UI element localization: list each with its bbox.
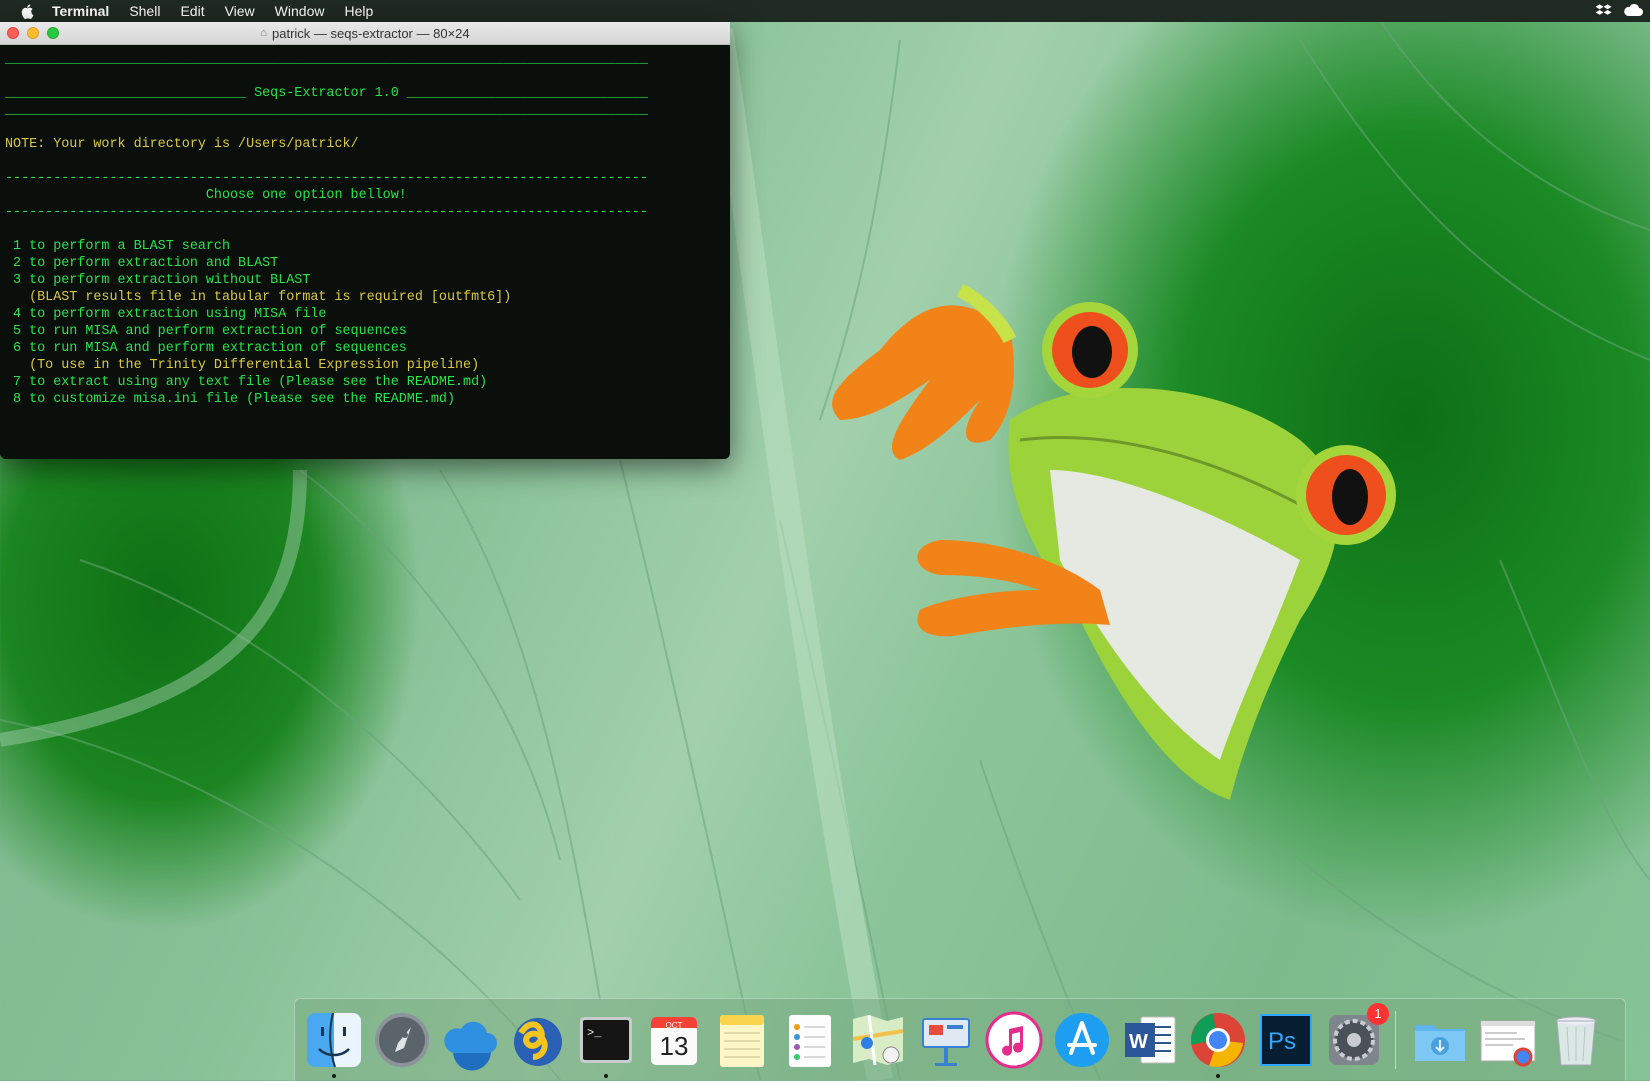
menu-app-terminal[interactable]: Terminal (52, 3, 109, 19)
work-directory-note: NOTE: Your work directory is /Users/patr… (5, 137, 359, 152)
system-preferences-icon[interactable]: 1 (1323, 1003, 1389, 1071)
option-5: 5 to run MISA and perform extraction of … (5, 324, 407, 339)
menu-help[interactable]: Help (344, 3, 373, 19)
menu-view[interactable]: View (225, 3, 255, 19)
home-folder-icon: ⌂ (260, 27, 268, 39)
header-rule-left: ______________________________ (5, 86, 247, 101)
fetch-ftp-icon[interactable] (507, 1009, 569, 1071)
calendar-icon[interactable]: OCT 13 (643, 1009, 705, 1071)
option-1: 1 to perform a BLAST search (5, 239, 230, 254)
menu-window[interactable]: Window (275, 3, 325, 19)
notification-badge: 1 (1367, 1003, 1389, 1025)
terminal-app-icon[interactable]: >_ (575, 1009, 637, 1078)
dash-line: ----------------------------------------… (5, 205, 648, 220)
icloud-drive-icon[interactable] (439, 1009, 501, 1071)
keynote-icon[interactable] (915, 1009, 977, 1071)
option-3: 3 to perform extraction without BLAST (5, 273, 311, 288)
calendar-day: 13 (659, 1031, 689, 1061)
app-banner-title: Seqs-Extractor 1.0 (246, 86, 407, 101)
svg-text:W: W (1129, 1031, 1148, 1053)
menu-bar: Terminal Shell Edit View Window Help (0, 0, 1650, 22)
terminal-output[interactable]: ______________________________ __________… (0, 45, 730, 408)
finder-icon[interactable] (303, 1009, 365, 1078)
terminal-window[interactable]: ⌂ patrick — seqs-extractor — 80×24 _____… (0, 22, 730, 459)
option-2: 2 to perform extraction and BLAST (5, 256, 279, 271)
choose-option-prompt: Choose one option bellow! (5, 188, 407, 203)
option-8: 8 to customize misa.ini file (Please see… (5, 392, 455, 407)
reminders-icon[interactable] (779, 1009, 841, 1071)
dash-line: ----------------------------------------… (5, 171, 648, 186)
svg-text:Ps: Ps (1268, 1028, 1296, 1055)
menu-edit[interactable]: Edit (180, 3, 204, 19)
word-icon[interactable]: W (1119, 1009, 1181, 1071)
option-6: 6 to run MISA and perform extraction of … (5, 341, 407, 356)
app-store-icon[interactable] (1051, 1009, 1113, 1071)
trash-icon[interactable] (1545, 1009, 1607, 1071)
rule-line: ________________________________________… (5, 103, 648, 118)
apple-menu-icon[interactable] (20, 3, 36, 19)
dock-separator (1395, 1011, 1396, 1069)
downloads-folder-icon[interactable] (1409, 1009, 1471, 1071)
icloud-status-icon[interactable] (1622, 2, 1644, 20)
photoshop-icon[interactable]: Ps (1255, 1009, 1317, 1071)
rule-line: ________________________________________… (5, 52, 648, 67)
notes-icon[interactable] (711, 1009, 773, 1071)
dropbox-status-icon[interactable] (1594, 2, 1614, 20)
minimize-button[interactable] (27, 27, 39, 39)
option-7: 7 to extract using any text file (Please… (5, 375, 488, 390)
launchpad-icon[interactable] (371, 1009, 433, 1071)
zoom-button[interactable] (47, 27, 59, 39)
terminal-titlebar[interactable]: ⌂ patrick — seqs-extractor — 80×24 (0, 22, 730, 45)
dock: >_ OCT 13 W Ps 1 (294, 998, 1626, 1081)
menu-shell[interactable]: Shell (129, 3, 160, 19)
window-title: patrick — seqs-extractor — 80×24 (272, 25, 470, 41)
svg-text:>_: >_ (587, 1026, 602, 1040)
maps-icon[interactable] (847, 1009, 909, 1071)
header-rule-right: ______________________________ (406, 86, 648, 101)
itunes-icon[interactable] (983, 1009, 1045, 1071)
option-6-note: (To use in the Trinity Differential Expr… (5, 358, 480, 373)
chrome-icon[interactable] (1187, 1009, 1249, 1078)
option-4: 4 to perform extraction using MISA file (5, 307, 327, 322)
option-3-note: (BLAST results file in tabular format is… (5, 290, 512, 305)
calendar-month: OCT (665, 1021, 683, 1030)
close-button[interactable] (7, 27, 19, 39)
minimized-chrome-window-icon[interactable] (1477, 1009, 1539, 1071)
